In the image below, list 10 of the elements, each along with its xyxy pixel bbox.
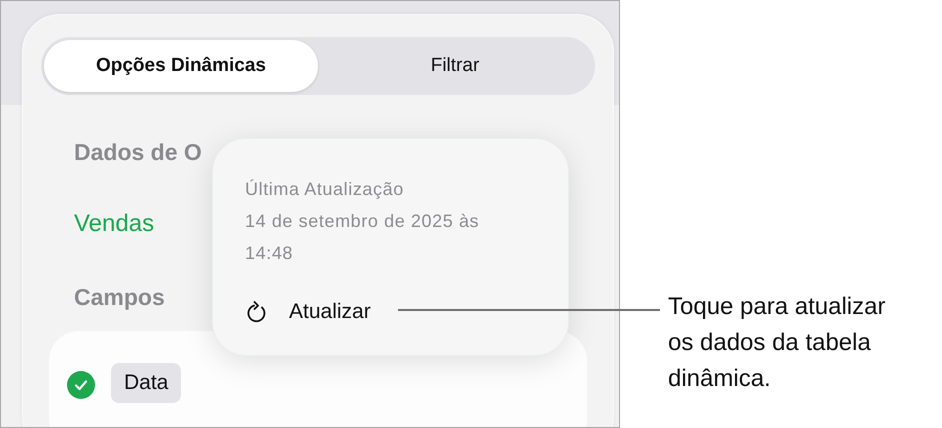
timestamp: 14 de setembro de 2025 às 14:48 bbox=[245, 210, 480, 265]
tab[interactable]: Filtrar bbox=[318, 40, 592, 92]
field-tag[interactable]: Data bbox=[111, 363, 182, 403]
section-heading: Campos bbox=[74, 284, 165, 311]
popover-title: Última Atualização bbox=[245, 178, 404, 201]
callout-text: Toque para atualizar os dados da tabela dinâmica. bbox=[668, 292, 886, 394]
section-heading: Dados de O bbox=[74, 139, 202, 166]
refresh-button[interactable]: Atualizar bbox=[245, 299, 371, 325]
checkmark-icon[interactable] bbox=[67, 371, 95, 399]
tab[interactable]: Opções Dinâmicas bbox=[44, 40, 318, 92]
